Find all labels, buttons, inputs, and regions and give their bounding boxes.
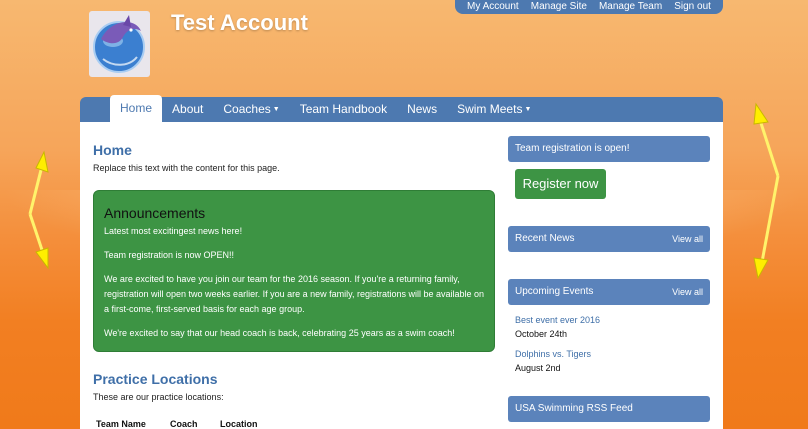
register-now-button[interactable]: Register now — [515, 169, 606, 199]
page-title: Home — [93, 142, 132, 158]
nav-news[interactable]: News — [397, 97, 447, 122]
column-header: Location — [220, 419, 258, 429]
nav-home[interactable]: Home — [110, 95, 163, 122]
news-view-all-link[interactable]: View all — [672, 226, 703, 252]
events-view-all-link[interactable]: View all — [672, 279, 703, 305]
upcoming-events-header: Upcoming Events View all — [508, 279, 710, 305]
announcement-paragraph: Latest most excitingest news here! — [104, 226, 243, 236]
column-header: Team Name — [96, 419, 146, 429]
nav-about-label: About — [172, 102, 204, 116]
event-date: October 24th — [515, 329, 568, 339]
dolphin-logo-icon — [93, 15, 145, 73]
practice-table-header: Team Name Coach Location — [96, 419, 280, 429]
practice-locations-intro: These are our practice locations: — [93, 392, 224, 402]
annotation-arrows-right-icon — [753, 102, 780, 280]
nav-coaches[interactable]: Coaches ▼ — [213, 97, 289, 122]
nav-coaches-label: Coaches — [223, 102, 271, 116]
my-account-link[interactable]: My Account — [467, 0, 519, 14]
nav-home-label: Home — [120, 101, 153, 115]
event-link[interactable]: Dolphins vs. Tigers — [515, 349, 591, 359]
registration-title: Team registration is open! — [515, 143, 630, 154]
account-menu: My Account Manage Site Manage Team Sign … — [455, 0, 723, 14]
page-intro: Replace this text with the content for t… — [93, 163, 280, 173]
nav-about[interactable]: About — [162, 97, 213, 122]
announcement-paragraph: Team registration is now OPEN!! — [104, 250, 235, 260]
sign-out-link[interactable]: Sign out — [674, 0, 711, 14]
event-date: August 2nd — [515, 363, 561, 373]
column-header: Coach — [170, 419, 198, 429]
practice-locations-title: Practice Locations — [93, 371, 218, 387]
upcoming-events-title: Upcoming Events — [515, 286, 594, 297]
event-link[interactable]: Best event ever 2016 — [515, 315, 600, 325]
announcement-paragraph: We're excited to say that our head coach… — [104, 328, 455, 338]
rss-feed-header: USA Swimming RSS Feed — [508, 396, 710, 422]
registration-panel-header: Team registration is open! — [508, 136, 710, 162]
annotation-arrows-left-icon — [28, 150, 49, 270]
announcements-box: Announcements Latest most excitingest ne… — [93, 190, 495, 352]
announcements-title: Announcements — [104, 205, 206, 221]
manage-team-link[interactable]: Manage Team — [599, 0, 662, 14]
recent-news-title: Recent News — [515, 233, 575, 244]
page-content: Home Replace this text with the content … — [80, 122, 723, 429]
nav-news-label: News — [407, 102, 438, 116]
chevron-down-icon: ▼ — [524, 106, 532, 114]
nav-swim-meets[interactable]: Swim Meets ▼ — [447, 97, 541, 122]
nav-swim-meets-label: Swim Meets — [457, 102, 523, 116]
site-title: Test Account — [171, 10, 308, 35]
chevron-down-icon: ▼ — [272, 106, 280, 114]
manage-site-link[interactable]: Manage Site — [531, 0, 587, 14]
rss-feed-title: USA Swimming RSS Feed — [515, 403, 633, 414]
nav-team-handbook[interactable]: Team Handbook — [290, 97, 397, 122]
announcement-paragraph: We are excited to have you join our team… — [104, 274, 485, 314]
nav-team-handbook-label: Team Handbook — [299, 102, 388, 116]
recent-news-header: Recent News View all — [508, 226, 710, 252]
team-logo[interactable] — [89, 11, 150, 77]
main-navbar: Home About Coaches ▼ Team Handbook News S… — [80, 95, 723, 122]
